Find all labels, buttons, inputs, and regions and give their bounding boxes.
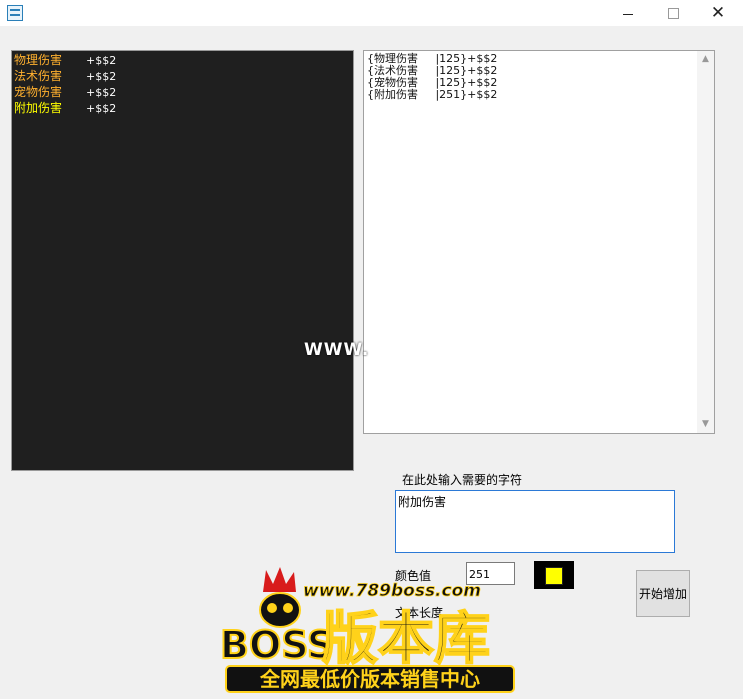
logo-url: www.789boss.com [303, 581, 481, 601]
logo-boss: BOSS [220, 623, 334, 667]
preview-item-value: +$$2 [86, 102, 117, 115]
close-icon: ✕ [710, 2, 726, 23]
preview-item-name: 物理伤害 [14, 53, 63, 67]
preview-item-value: +$$2 [86, 54, 117, 67]
preview-item-value: +$$2 [86, 86, 117, 99]
maximize-icon [667, 7, 679, 19]
boss-logo: www.789boss.com BOSS 版本库 全网最低价版本销售中心 [219, 567, 515, 693]
crown-icon [263, 567, 296, 592]
input-label: 在此处输入需要的字符 [402, 473, 523, 487]
preview-item: 宠物伤害 +$$2 [14, 84, 116, 101]
minimize-icon [623, 13, 633, 15]
text-input[interactable]: 附加伤害 [395, 490, 675, 553]
start-add-button[interactable]: 开始增加 [636, 570, 690, 617]
color-picker-button[interactable] [534, 561, 574, 589]
minimize-button[interactable] [605, 0, 651, 26]
preview-item: 物理伤害 +$$2 [14, 52, 116, 69]
scroll-down-icon[interactable]: ▼ [697, 416, 714, 433]
preview-panel: 物理伤害 +$$2 法术伤害 +$$2 宠物伤害 +$$2 附加伤害 +$$2 [11, 50, 354, 471]
preview-item: 法术伤害 +$$2 [14, 68, 116, 85]
preview-item-name: 宠物伤害 [14, 85, 63, 99]
app-icon [7, 5, 23, 21]
title-bar: ✕ [0, 0, 743, 26]
code-listbox[interactable]: {物理伤害 |125}+$$2 {法术伤害 |125}+$$2 {宠物伤害 |1… [363, 50, 715, 434]
skull-icon [259, 592, 301, 628]
scroll-up-icon[interactable]: ▲ [697, 51, 714, 68]
logo-brand: 版本库 [322, 607, 490, 672]
watermark-text: WWW. [304, 340, 370, 360]
preview-item-value: +$$2 [86, 70, 117, 83]
logo-slogan: 全网最低价版本销售中心 [259, 667, 480, 691]
preview-item-name: 法术伤害 [14, 69, 63, 83]
preview-item-name: 附加伤害 [14, 101, 63, 115]
color-swatch [545, 567, 563, 585]
close-button[interactable]: ✕ [695, 0, 741, 26]
vertical-scrollbar[interactable]: ▲ ▼ [697, 51, 714, 433]
list-item[interactable]: {附加伤害 |251}+$$2 [367, 89, 497, 101]
preview-item: 附加伤害 +$$2 [14, 100, 116, 117]
maximize-button[interactable] [650, 0, 696, 26]
